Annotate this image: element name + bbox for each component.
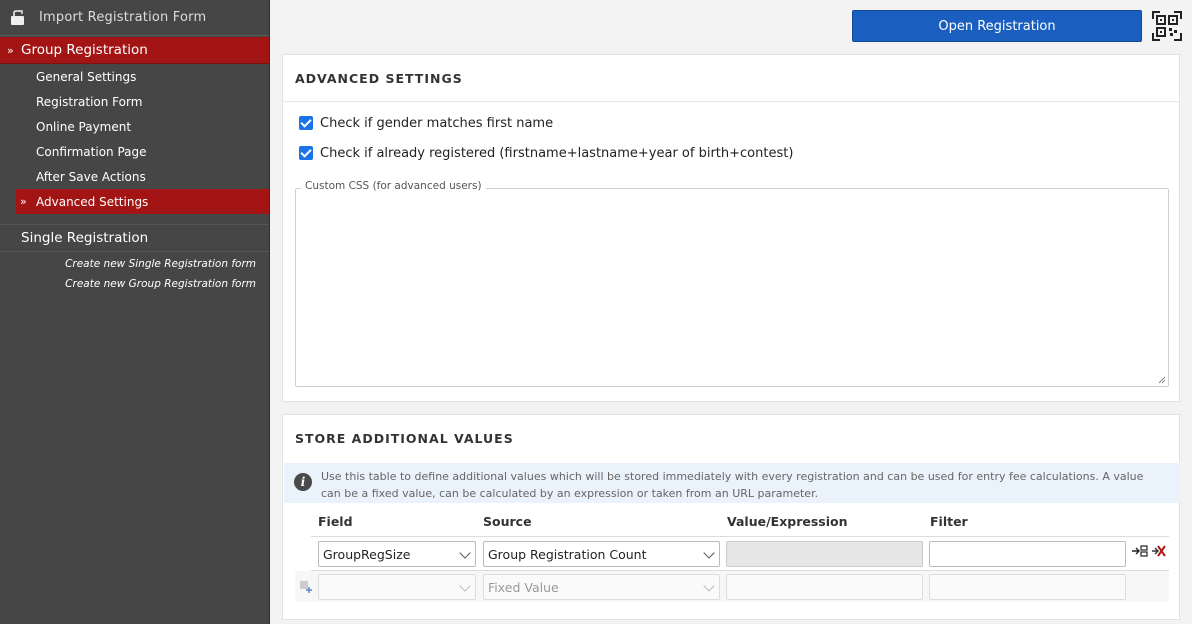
registered-check-row[interactable]: Check if already registered (firstname+l… xyxy=(283,138,1179,168)
chevron-down-icon xyxy=(703,547,715,559)
column-header-source: Source xyxy=(483,514,532,529)
column-header-field: Field xyxy=(318,514,353,529)
store-values-title: STORE ADDITIONAL VALUES xyxy=(295,431,514,446)
sidebar-item-general-settings[interactable]: General Settings xyxy=(0,64,269,89)
already-registered-label: Check if already registered (firstname+l… xyxy=(320,145,794,161)
sidebar-item-online-payment[interactable]: Online Payment xyxy=(0,114,269,139)
advanced-settings-panel: ADVANCED SETTINGS Check if gender matche… xyxy=(282,54,1180,402)
import-registration-form-link[interactable]: Import Registration Form xyxy=(0,0,269,36)
table-row-new: Fixed Value xyxy=(295,571,1169,602)
custom-css-legend: Custom CSS (for advanced users) xyxy=(301,180,486,192)
create-group-form-link[interactable]: Create new Group Registration form xyxy=(0,274,269,294)
filter-input-new[interactable] xyxy=(929,574,1126,600)
already-registered-checkbox[interactable] xyxy=(299,146,313,160)
group-registration-label: Group Registration xyxy=(21,42,148,58)
sidebar-item-label: Advanced Settings xyxy=(36,194,149,209)
import-label: Import Registration Form xyxy=(39,10,207,25)
chevron-down-icon xyxy=(459,580,471,592)
column-header-filter: Filter xyxy=(930,514,968,529)
advanced-settings-title: ADVANCED SETTINGS xyxy=(283,55,1179,102)
table-row: GroupRegSize Group Registration Count xyxy=(311,537,1169,571)
group-registration-menu: General Settings Registration Form Onlin… xyxy=(0,64,269,214)
open-registration-button[interactable]: Open Registration xyxy=(852,10,1142,42)
store-additional-values-panel: STORE ADDITIONAL VALUES i Use this table… xyxy=(282,414,1180,620)
info-icon: i xyxy=(294,473,312,491)
sidebar-item-label: Confirmation Page xyxy=(36,144,147,159)
source-select-new[interactable]: Fixed Value xyxy=(483,574,720,600)
gender-check-label: Check if gender matches first name xyxy=(320,115,554,131)
value-expression-input[interactable] xyxy=(726,541,923,567)
insert-row-icon[interactable] xyxy=(1131,545,1148,557)
resize-grip-icon[interactable] xyxy=(1158,376,1166,384)
sidebar-item-label: General Settings xyxy=(36,69,137,84)
gender-checkbox[interactable] xyxy=(299,116,313,130)
raquo-icon: » xyxy=(7,43,14,57)
sidebar-item-after-save-actions[interactable]: After Save Actions xyxy=(0,164,269,189)
info-text: Use this table to define additional valu… xyxy=(321,470,1144,500)
row-actions xyxy=(1131,545,1166,557)
single-registration-label: Single Registration xyxy=(21,230,149,246)
add-row-icon[interactable] xyxy=(300,581,312,593)
delete-row-icon[interactable] xyxy=(1151,545,1166,557)
column-header-value: Value/Expression xyxy=(727,514,848,529)
field-select[interactable]: GroupRegSize xyxy=(318,541,476,567)
create-single-form-link[interactable]: Create new Single Registration form xyxy=(0,254,269,274)
gender-check-row[interactable]: Check if gender matches first name xyxy=(283,108,1179,138)
info-banner: i Use this table to define additional va… xyxy=(284,463,1180,503)
raquo-icon: » xyxy=(20,195,27,208)
chevron-down-icon xyxy=(703,580,715,592)
sidebar-item-label: After Save Actions xyxy=(36,169,146,184)
field-select-value: GroupRegSize xyxy=(323,546,411,562)
filter-input[interactable] xyxy=(929,541,1126,567)
source-select[interactable]: Group Registration Count xyxy=(483,541,720,567)
sidebar-item-label: Online Payment xyxy=(36,119,132,134)
sidebar-item-label: Registration Form xyxy=(36,94,143,109)
import-icon xyxy=(9,9,27,26)
sidebar-item-advanced-settings[interactable]: » Advanced Settings xyxy=(16,189,269,214)
qr-code-icon[interactable] xyxy=(1152,11,1182,41)
field-select-new[interactable] xyxy=(318,574,476,600)
value-expression-input-new[interactable] xyxy=(726,574,923,600)
sidebar-group-registration[interactable]: » Group Registration xyxy=(0,37,269,64)
chevron-down-icon xyxy=(459,547,471,559)
sidebar-item-confirmation-page[interactable]: Confirmation Page xyxy=(0,139,269,164)
source-select-value: Group Registration Count xyxy=(488,546,647,562)
source-select-value: Fixed Value xyxy=(488,579,559,595)
sidebar-single-registration[interactable]: Single Registration xyxy=(0,224,269,252)
sidebar: Import Registration Form » Group Registr… xyxy=(0,0,270,624)
sidebar-item-registration-form[interactable]: Registration Form xyxy=(0,89,269,114)
custom-css-textarea[interactable] xyxy=(295,188,1169,387)
